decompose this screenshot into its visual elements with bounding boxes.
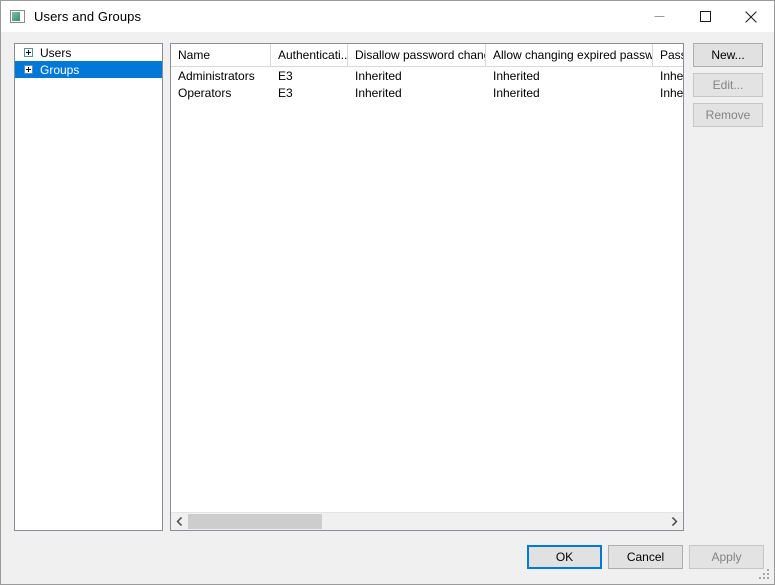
plus-box-icon[interactable] [24, 48, 33, 57]
scrollbar-track[interactable] [188, 513, 666, 530]
users-and-groups-dialog: Users and Groups Users Groups [0, 0, 775, 585]
users-groups-icon [10, 9, 26, 25]
cell-authentication: E3 [271, 84, 348, 101]
cell-authentication: E3 [271, 67, 348, 84]
horizontal-scrollbar[interactable] [171, 512, 683, 530]
object-tree[interactable]: Users Groups [14, 43, 163, 531]
tree-item-label: Users [40, 47, 71, 59]
tree-item-label: Groups [40, 64, 79, 76]
resize-grip[interactable] [759, 569, 771, 581]
window-title: Users and Groups [34, 9, 141, 24]
table-row[interactable]: Administrators E3 Inherited Inherited In… [171, 67, 683, 84]
title-bar: Users and Groups [1, 1, 774, 32]
tree-item-groups[interactable]: Groups [15, 61, 162, 78]
column-header-allow-changing-expired-password[interactable]: Allow changing expired password [486, 44, 653, 66]
cell-disallow-password-change: Inherited [348, 84, 486, 101]
chevron-right-icon[interactable] [666, 513, 683, 530]
list-header-row: Name Authenticati... Disallow password c… [171, 44, 683, 67]
cell-name: Operators [171, 84, 271, 101]
cell-password: Inhe [653, 67, 683, 84]
remove-button: Remove [693, 103, 763, 127]
minimize-icon[interactable] [636, 1, 682, 32]
tree-item-users[interactable]: Users [15, 44, 162, 61]
new-button[interactable]: New... [693, 43, 763, 67]
maximize-icon[interactable] [682, 1, 728, 32]
window-controls [636, 1, 774, 32]
cell-name: Administrators [171, 67, 271, 84]
scrollbar-thumb[interactable] [188, 514, 322, 529]
footer-button-bar: OK Cancel Apply [1, 532, 774, 584]
plus-box-icon[interactable] [24, 65, 33, 74]
table-row[interactable]: Operators E3 Inherited Inherited Inhe [171, 84, 683, 101]
column-header-name[interactable]: Name [171, 44, 271, 66]
edit-button: Edit... [693, 73, 763, 97]
chevron-left-icon[interactable] [171, 513, 188, 530]
apply-button: Apply [689, 545, 764, 569]
ok-button[interactable]: OK [527, 545, 602, 569]
groups-list-view[interactable]: Name Authenticati... Disallow password c… [170, 43, 684, 531]
column-header-authentication[interactable]: Authenticati... [271, 44, 348, 66]
list-rows: Administrators E3 Inherited Inherited In… [171, 67, 683, 512]
cell-allow-changing-expired-password: Inherited [486, 67, 653, 84]
column-header-password[interactable]: Pass [653, 44, 683, 66]
column-header-disallow-password-change[interactable]: Disallow password change [348, 44, 486, 66]
side-button-group: New... Edit... Remove [693, 43, 763, 133]
cell-disallow-password-change: Inherited [348, 67, 486, 84]
dialog-body: Users Groups Name Authenticati... Disall… [1, 32, 774, 584]
cancel-button[interactable]: Cancel [608, 545, 683, 569]
cell-allow-changing-expired-password: Inherited [486, 84, 653, 101]
cell-password: Inhe [653, 84, 683, 101]
close-icon[interactable] [728, 1, 774, 32]
